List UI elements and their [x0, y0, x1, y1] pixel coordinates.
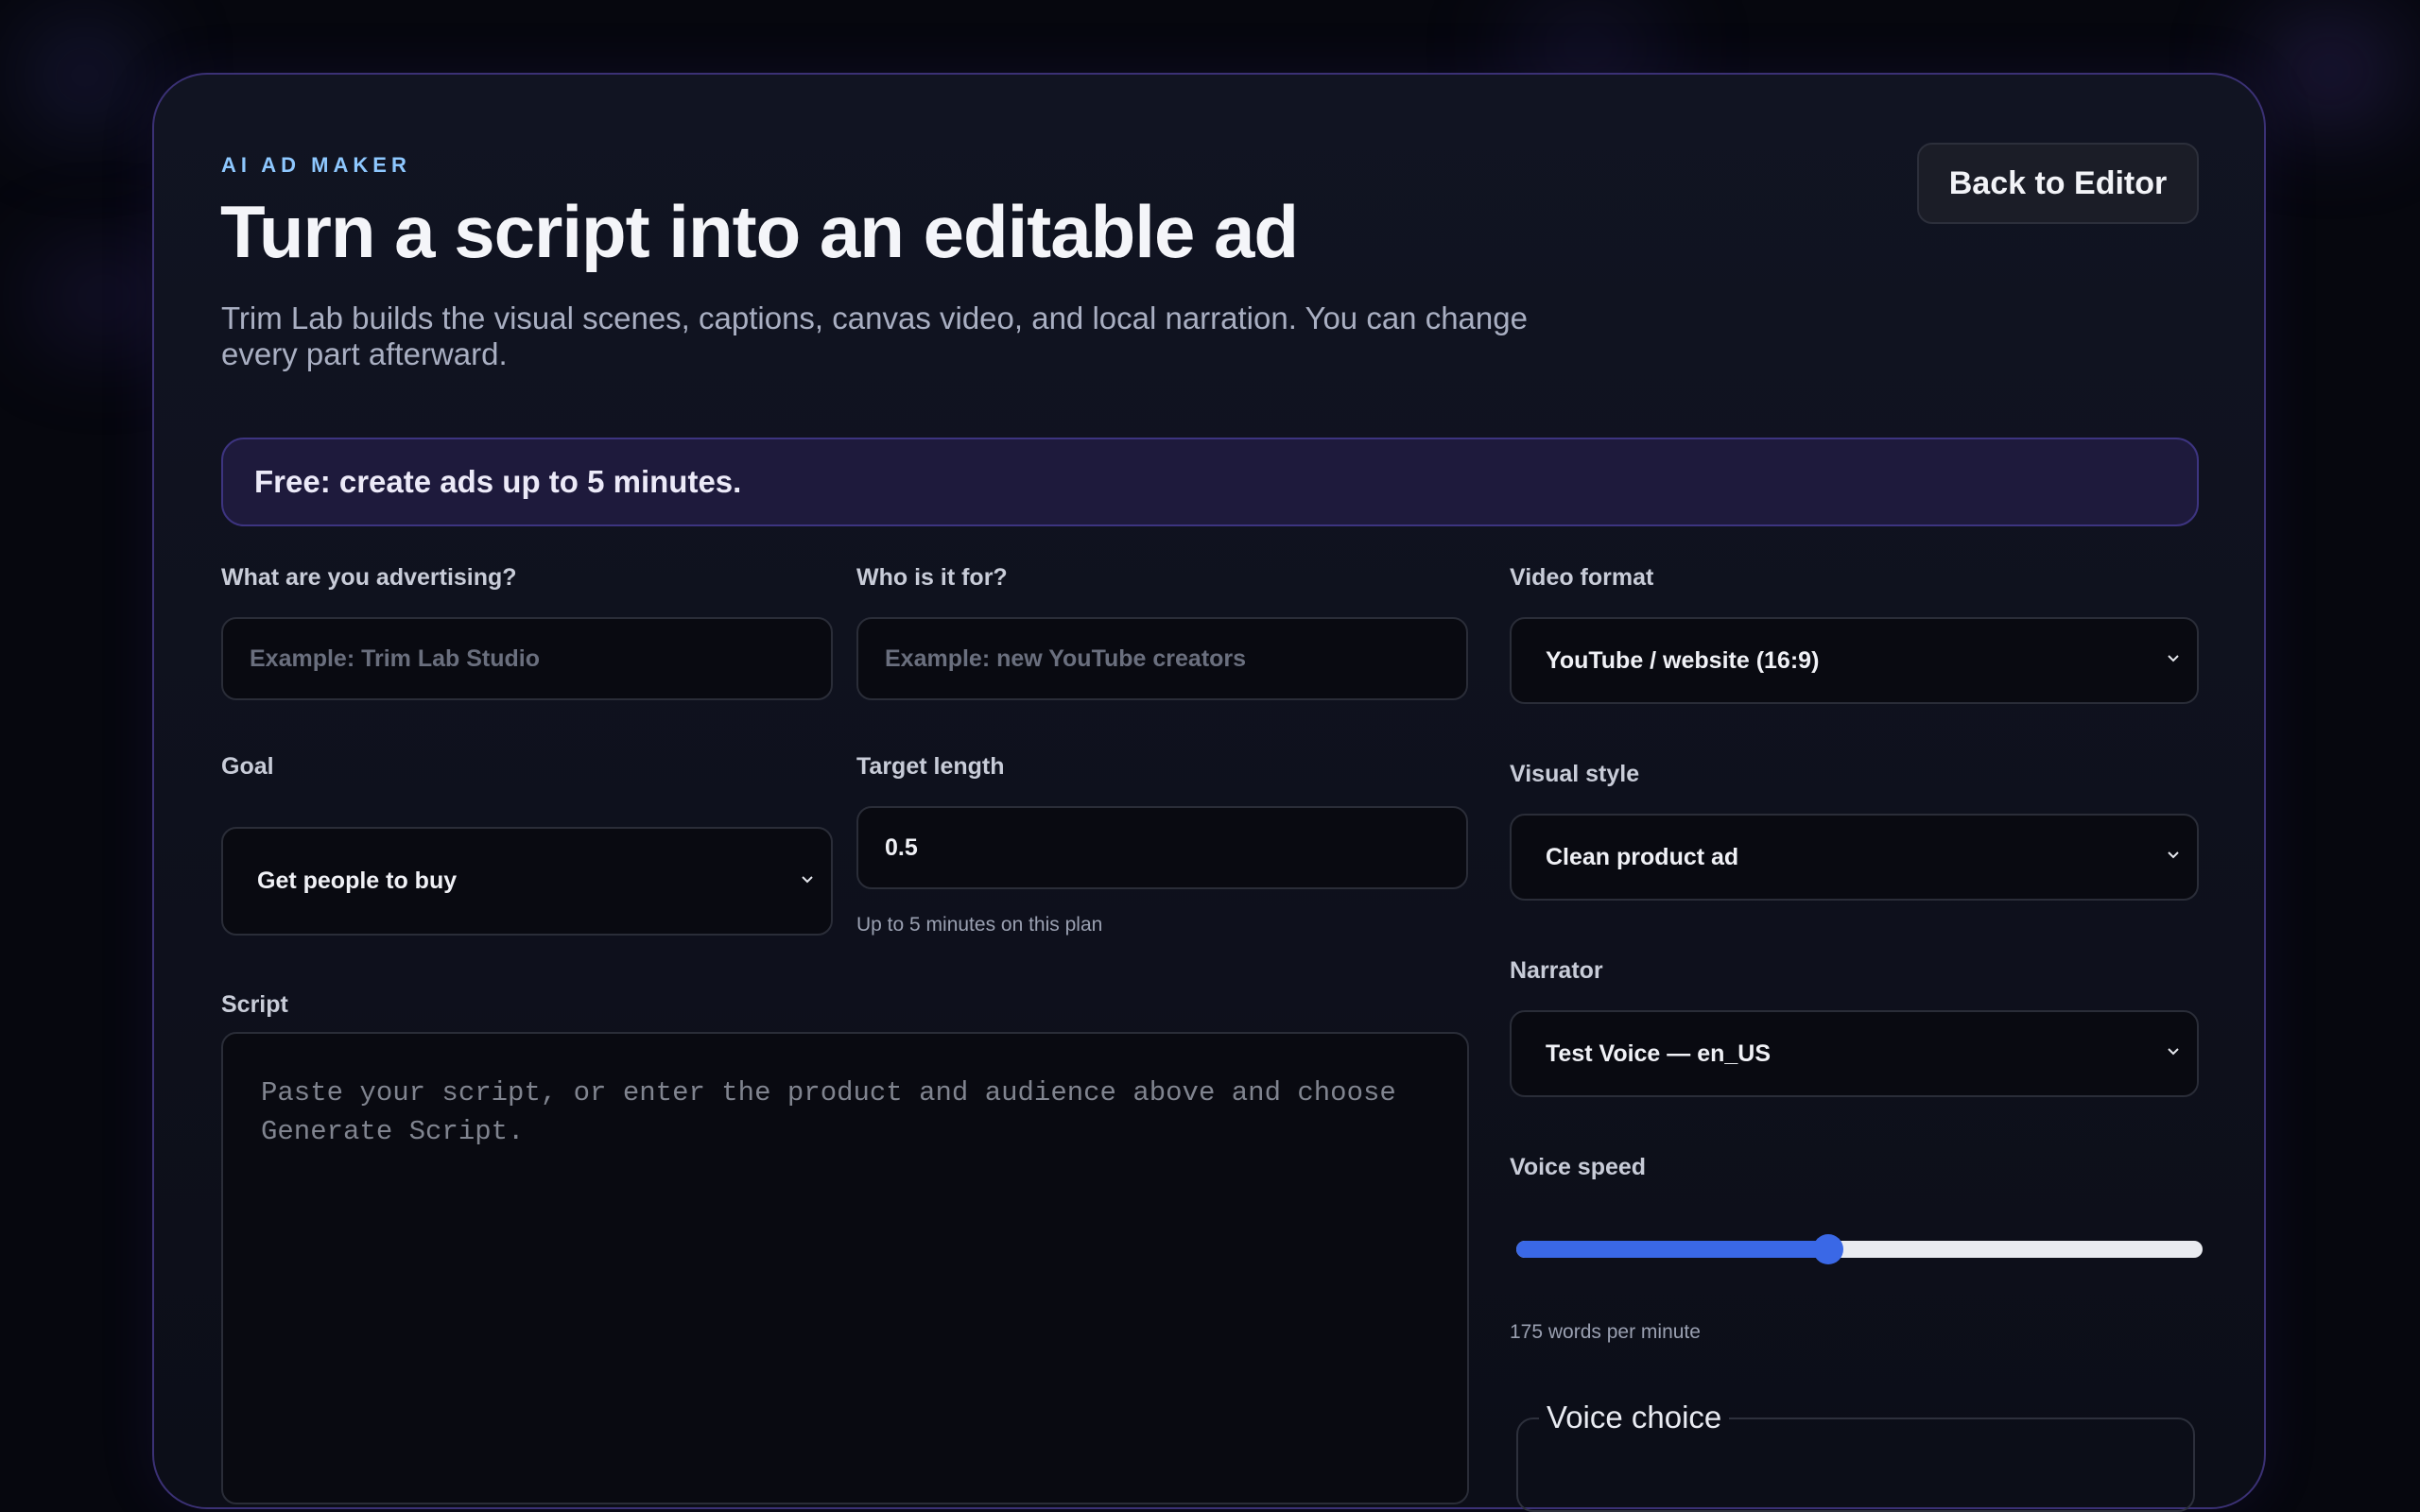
- audience-label: Who is it for?: [856, 564, 1008, 591]
- voice-speed-helper: 175 words per minute: [1510, 1321, 1701, 1343]
- video-format-select[interactable]: YouTube / website (16:9): [1510, 617, 2199, 704]
- target-length-label: Target length: [856, 753, 1005, 780]
- back-to-editor-button[interactable]: Back to Editor: [1917, 143, 2199, 224]
- narrator-select[interactable]: Test Voice — en_US: [1510, 1010, 2199, 1097]
- goal-value: Get people to buy: [257, 868, 458, 894]
- chevron-down-icon: [2168, 851, 2179, 859]
- background-glow: [28, 28, 142, 123]
- eyebrow-label: AI AD MAKER: [221, 153, 411, 177]
- target-length-helper: Up to 5 minutes on this plan: [856, 914, 1103, 936]
- product-label: What are you advertising?: [221, 564, 517, 591]
- background-glow: [38, 255, 170, 340]
- script-textarea[interactable]: [221, 1032, 1469, 1504]
- visual-style-value: Clean product ad: [1546, 843, 1739, 870]
- script-label: Script: [221, 991, 288, 1018]
- chevron-down-icon: [802, 875, 813, 883]
- visual-style-select[interactable]: Clean product ad: [1510, 814, 2199, 901]
- voice-speed-label: Voice speed: [1510, 1154, 1647, 1180]
- visual-style-label: Visual style: [1510, 761, 1640, 787]
- voice-speed-slider-track[interactable]: [1516, 1241, 2203, 1258]
- product-input[interactable]: [221, 617, 833, 700]
- chevron-down-icon: [2168, 655, 2179, 662]
- target-length-input[interactable]: [856, 806, 1468, 889]
- voice-choice-legend: Voice choice: [1539, 1400, 1730, 1435]
- chevron-down-icon: [2168, 1048, 2179, 1056]
- narrator-value: Test Voice — en_US: [1546, 1040, 1772, 1067]
- goal-label: Goal: [221, 753, 274, 780]
- narrator-label: Narrator: [1510, 957, 1603, 984]
- video-format-value: YouTube / website (16:9): [1546, 646, 1820, 674]
- audience-input[interactable]: [856, 617, 1468, 700]
- page-title: Turn a script into an editable ad: [220, 190, 1299, 273]
- plan-limit-banner: Free: create ads up to 5 minutes.: [221, 438, 2199, 526]
- goal-select[interactable]: Get people to buy: [221, 827, 833, 936]
- page-subtitle: Trim Lab builds the visual scenes, capti…: [221, 301, 1528, 371]
- voice-speed-slider-fill: [1516, 1241, 1829, 1258]
- video-format-label: Video format: [1510, 564, 1654, 591]
- background-glow: [2259, 19, 2401, 123]
